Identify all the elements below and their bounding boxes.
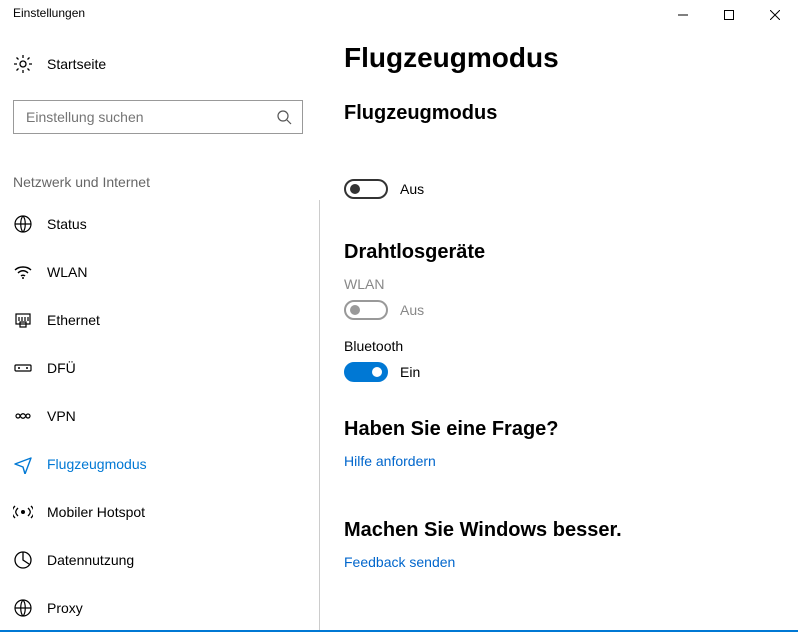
sidebar-item-datausage[interactable]: Datennutzung (0, 536, 320, 584)
wifi-icon (13, 262, 33, 282)
sidebar-item-label: Mobiler Hotspot (47, 504, 145, 520)
sidebar-item-label: WLAN (47, 264, 87, 280)
sidebar-item-label: DFÜ (47, 360, 76, 376)
wlan-toggle (344, 300, 388, 320)
sidebar-item-dialup[interactable]: DFÜ (0, 344, 320, 392)
help-heading: Haben Sie eine Frage? (344, 418, 774, 441)
airplane-icon (13, 454, 33, 474)
help-link[interactable]: Hilfe anfordern (344, 453, 436, 469)
sidebar-item-label: Datennutzung (47, 552, 134, 568)
bluetooth-toggle-label: Ein (400, 364, 420, 380)
sidebar-item-label: VPN (47, 408, 76, 424)
minimize-icon (678, 10, 688, 20)
airplane-toggle[interactable] (344, 179, 388, 199)
window-title: Einstellungen (13, 0, 85, 20)
sidebar-item-label: Status (47, 216, 87, 232)
nav-list: Status WLAN Ethernet DFÜ (0, 200, 320, 630)
wireless-heading: Drahtlosgeräte (344, 241, 774, 264)
sidebar-item-airplane[interactable]: Flugzeugmodus (0, 440, 320, 488)
sidebar-item-proxy[interactable]: Proxy (0, 584, 320, 630)
airplane-mode-heading: Flugzeugmodus (344, 102, 774, 125)
window-controls (660, 0, 798, 30)
dialup-icon (13, 358, 33, 378)
sidebar-item-ethernet[interactable]: Ethernet (0, 296, 320, 344)
bluetooth-toggle[interactable] (344, 362, 388, 382)
status-icon (13, 214, 33, 234)
maximize-button[interactable] (706, 0, 752, 30)
sidebar: Startseite Netzwerk und Internet Status (0, 30, 320, 630)
sidebar-item-hotspot[interactable]: Mobiler Hotspot (0, 488, 320, 536)
sidebar-item-status[interactable]: Status (0, 200, 320, 248)
nav-separator (319, 200, 320, 630)
sidebar-group-header: Netzwerk und Internet (0, 134, 320, 200)
feedback-link[interactable]: Feedback senden (344, 554, 455, 570)
ethernet-icon (13, 310, 33, 330)
titlebar: Einstellungen (0, 0, 798, 30)
sidebar-item-label: Ethernet (47, 312, 100, 328)
bluetooth-label: Bluetooth (344, 338, 774, 354)
home-button[interactable]: Startseite (0, 48, 320, 90)
hotspot-icon (13, 502, 33, 522)
airplane-toggle-row: Aus (344, 179, 774, 199)
home-label: Startseite (47, 56, 106, 72)
feedback-heading: Machen Sie Windows besser. (344, 519, 774, 542)
wlan-toggle-label: Aus (400, 302, 424, 318)
sidebar-item-label: Flugzeugmodus (47, 456, 147, 472)
airplane-toggle-label: Aus (400, 181, 424, 197)
main-content: Flugzeugmodus Flugzeugmodus Aus Drahtlos… (320, 30, 798, 630)
page-title: Flugzeugmodus (344, 42, 774, 74)
minimize-button[interactable] (660, 0, 706, 30)
sidebar-item-wlan[interactable]: WLAN (0, 248, 320, 296)
search-icon (276, 109, 292, 125)
gear-icon (13, 54, 33, 74)
vpn-icon (13, 406, 33, 426)
datausage-icon (13, 550, 33, 570)
sidebar-item-vpn[interactable]: VPN (0, 392, 320, 440)
close-button[interactable] (752, 0, 798, 30)
wlan-label: WLAN (344, 276, 774, 292)
proxy-icon (13, 598, 33, 618)
maximize-icon (724, 10, 734, 20)
sidebar-item-label: Proxy (47, 600, 83, 616)
search-box[interactable] (13, 100, 303, 134)
wlan-toggle-row: Aus (344, 300, 774, 320)
bluetooth-toggle-row: Ein (344, 362, 774, 382)
search-input[interactable] (24, 108, 302, 126)
close-icon (770, 10, 780, 20)
